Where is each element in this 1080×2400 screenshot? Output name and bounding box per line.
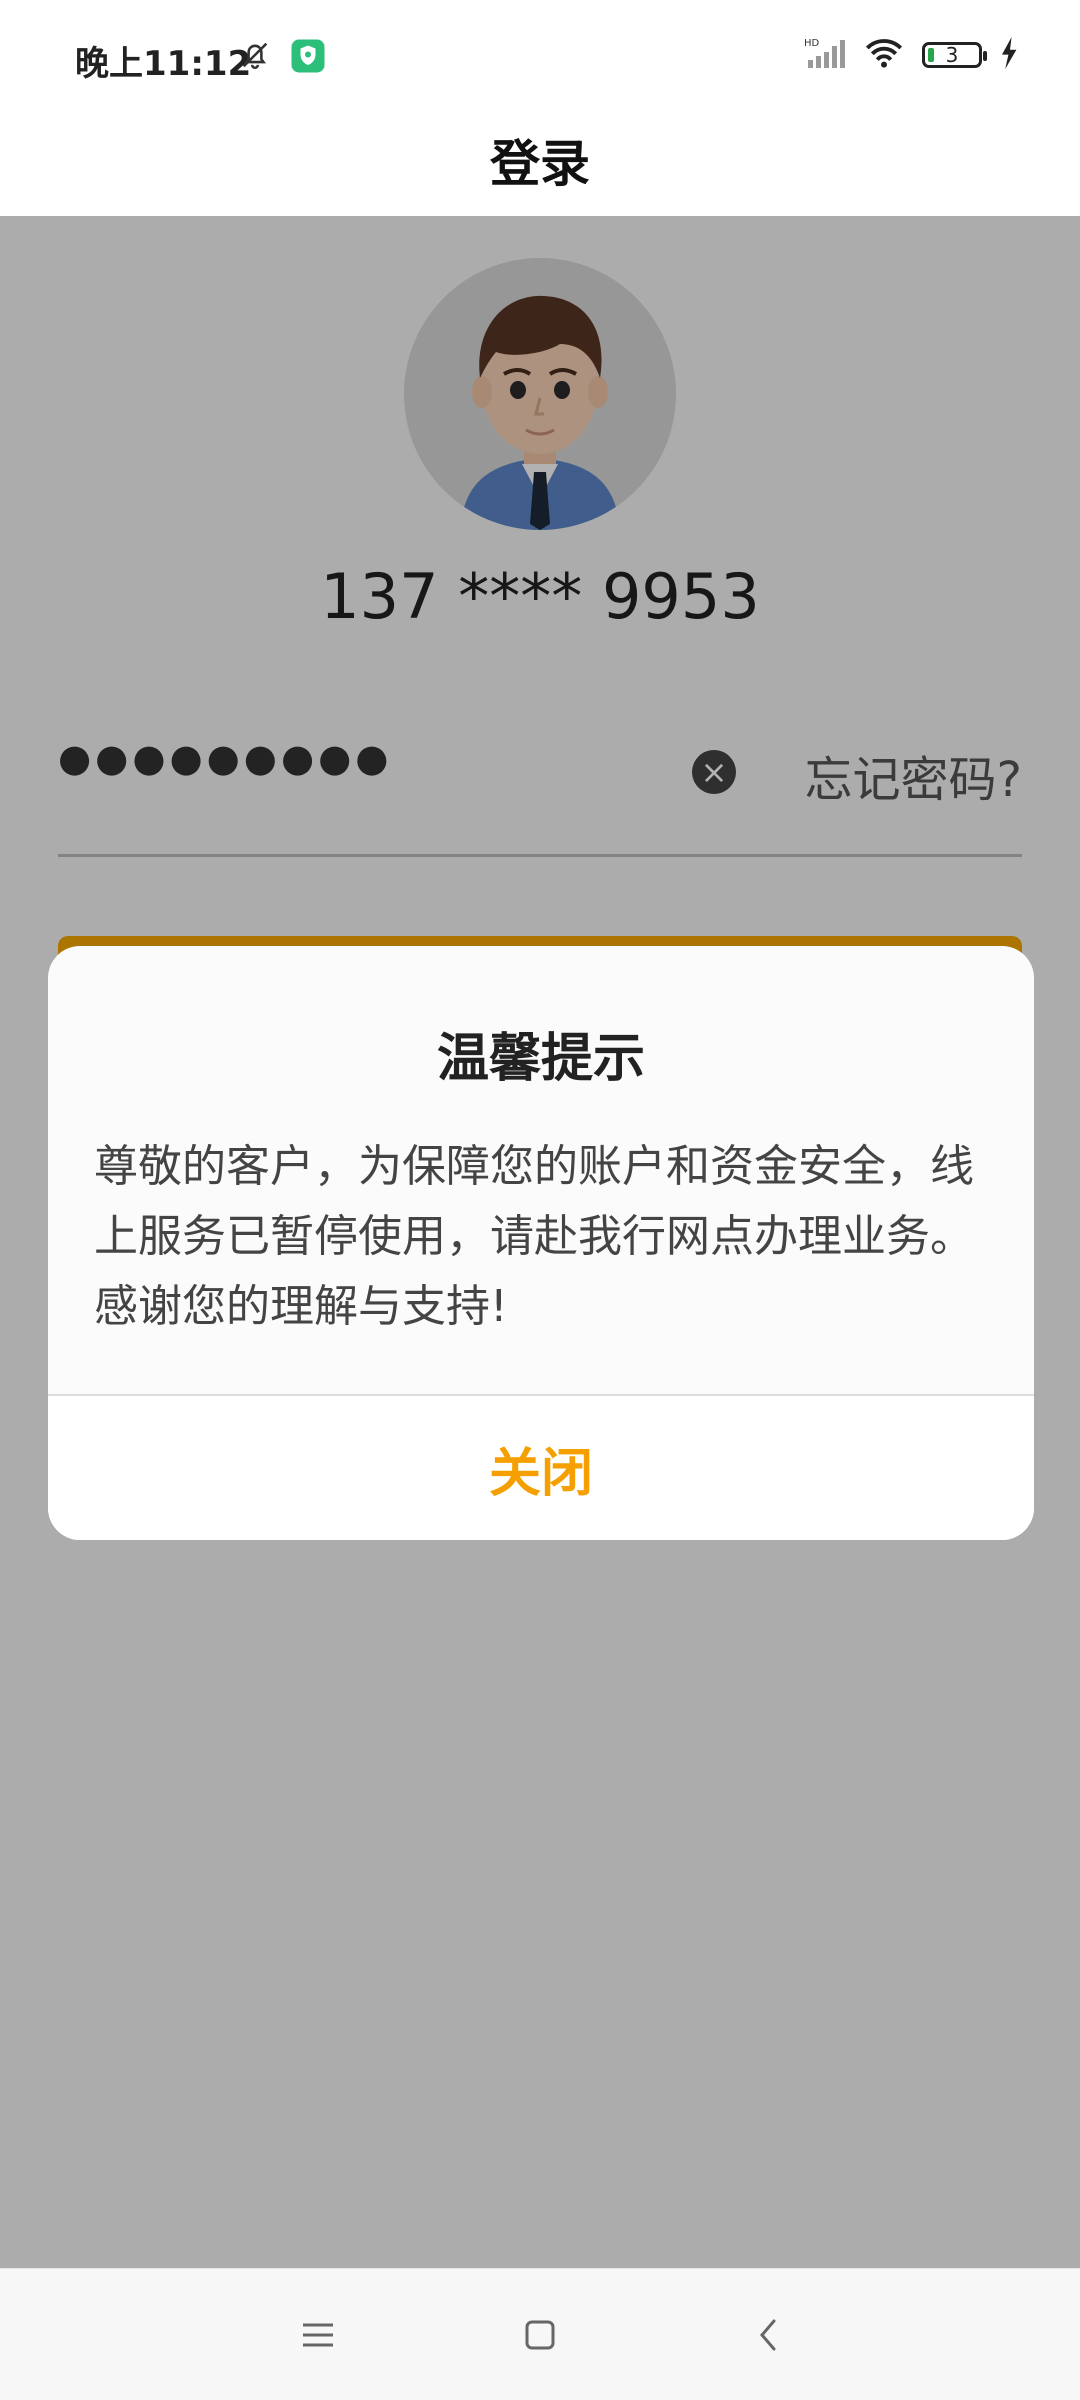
charging-icon xyxy=(1000,37,1020,73)
page-title: 登录 xyxy=(490,135,590,193)
network-type: HD xyxy=(804,38,820,49)
system-nav-bar xyxy=(0,2268,1080,2400)
bell-off-icon xyxy=(238,38,272,78)
status-icons-left xyxy=(238,38,326,78)
notice-dialog: 温馨提示 尊敬的客户，为保障您的账户和资金安全，线上服务已暂停使用，请赴我行网点… xyxy=(48,946,1034,1540)
battery-icon: 3 xyxy=(922,42,987,68)
status-bar: 晚上11:12 HD 3 xyxy=(0,0,1080,110)
home-icon[interactable] xyxy=(518,2313,562,2357)
dialog-close-button[interactable]: 关闭 xyxy=(48,1396,1034,1540)
dialog-title: 温馨提示 xyxy=(436,1029,645,1089)
battery-level: 3 xyxy=(945,43,959,67)
header-bar: 登录 xyxy=(0,110,1080,216)
menu-icon[interactable] xyxy=(296,2313,340,2357)
wifi-icon xyxy=(864,36,904,74)
status-icons-right: HD 3 xyxy=(804,36,1020,74)
status-time: 晚上11:12 xyxy=(75,44,252,84)
signal-icon: HD xyxy=(804,36,846,74)
back-icon[interactable] xyxy=(746,2313,790,2357)
dialog-message: 尊敬的客户，为保障您的账户和资金安全，线上服务已暂停使用，请赴我行网点办理业务。… xyxy=(94,1141,974,1332)
shield-app-icon xyxy=(290,38,326,78)
login-screen: 晚上11:12 HD 3 登录 137 **** 9953 ●●●●●●●●● … xyxy=(0,0,1080,2400)
